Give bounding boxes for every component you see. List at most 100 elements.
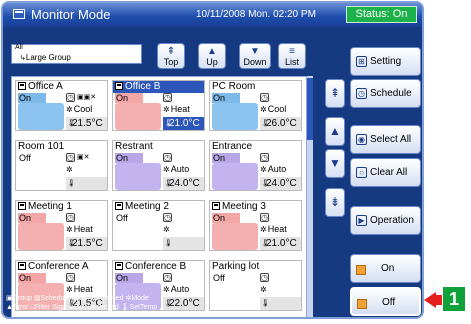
tile-name-text: Office B [125,81,161,92]
on-button[interactable]: On [350,254,421,283]
setting-label: Setting [370,56,402,67]
mode-icon: ✲ [66,105,73,114]
on-lamp-icon [356,265,366,275]
operation-button[interactable]: ▶ Operation [350,206,421,235]
list-icon: ≡ [289,46,295,57]
callout-arrow-stem [434,295,442,305]
group-tile[interactable]: Office AOn ◷▣▣✕ ✲Cool 21.5°C [15,80,108,131]
scroll-down-button[interactable]: ▼ [325,149,345,178]
mode-icon: ✲ [163,225,170,234]
down-icon: ▼ [250,46,260,57]
tile-state: On [18,93,46,103]
group-tile[interactable]: RestrantOn ◷ ✲Auto 24.0°C [112,140,205,191]
off-button[interactable]: Off [350,287,421,316]
tile-settemp: 21.0°C [163,117,204,130]
group-icon [18,262,26,270]
list-label: List [284,57,299,67]
tile-mode-text: Cool [73,104,93,114]
tile-state: Off [213,273,225,283]
tile-name: Conference A [18,261,89,273]
group-tile[interactable]: Room 101 Off ◷ ▣✕ ✲ [15,140,108,191]
group-selector[interactable]: All Large Group [11,44,142,64]
icon-legend: ▣Group ▨Schedule ▣Op. Controlled ✲Mode ▲… [6,294,306,312]
tile-mode-text: Heat [73,224,93,234]
tile-settemp: 21.5°C [66,237,107,250]
tile-mode: ✲Auto [163,284,189,294]
mode-icon: ✲ [66,165,73,174]
schedule-icon: ◷ [260,273,269,282]
mode-icon: ✲ [260,285,267,294]
tile-mode: ✲ [163,224,171,234]
tile-name-text: Meeting 1 [28,201,72,212]
scroll-top-button[interactable]: ⇞ [325,79,345,108]
list-button[interactable]: ≡ List [278,43,306,69]
unit-picture-icon [212,103,258,130]
group-tile[interactable]: EntranceOn ◷ ✲Auto 24.0°C [209,140,302,191]
tile-name-text: Conference B [125,261,187,272]
down-label: Down [243,57,267,67]
top-label: Top [163,57,179,67]
tile-name-text: Parking lot [212,261,260,272]
tile-name: Conference B [115,261,186,273]
mode-icon: ✲ [260,105,267,114]
tile-state: On [212,213,240,223]
schedule-icon: ◷ [260,213,269,222]
mode-icon: ✲ [163,285,170,294]
tile-state: On [212,153,240,163]
legend-line-1: ▣Group ▨Schedule ▣Op. Controlled ✲Mode [6,295,149,302]
tile-state: On [115,273,143,283]
setting-icon: ⊞ [356,56,367,67]
scroll-thumb[interactable] [307,78,313,140]
tile-name: Office A [18,81,63,93]
schedule-icon: ◷ [66,153,75,162]
schedule-button[interactable]: ◷ Schedule [350,79,421,108]
clear-all-label: Clear All [370,167,408,178]
unit-picture-icon [18,103,64,130]
group-grid: Office AOn◷▣▣✕✲Cool21.5°COffice BOn◷✲Hea… [11,76,307,317]
tile-name: Parking lot [212,261,259,273]
select-all-button[interactable]: ◉ Select All [350,125,421,154]
group-icon [115,82,123,90]
tile-name: Office B [113,81,204,93]
group-tile[interactable]: Meeting 2 Off ◷ ✲ [112,200,205,251]
tile-mode-text: Heat [267,224,287,234]
tile-mode: ✲Auto [163,164,189,174]
tile-settemp: 24.0°C [260,177,301,190]
group-tile[interactable]: Meeting 3On ◷ ✲Heat 21.0°C [209,200,302,251]
schedule-icon: ◷ [163,153,172,162]
select-all-label: Select All [370,134,412,145]
tile-state: Off [116,213,128,223]
mode-icon: ✲ [66,285,73,294]
tile-mode-text: Auto [170,284,190,294]
mode-icon: ✲ [163,165,170,174]
schedule-icon: ◷ [260,93,269,102]
group-tile[interactable]: Meeting 1On ◷ ✲Heat 21.5°C [15,200,108,251]
tile-state: On [115,153,143,163]
tile-settemp [66,177,107,190]
status-marks: ▣✕ [77,154,90,161]
down-button[interactable]: ▼ Down [239,43,271,69]
tile-name: Meeting 1 [18,201,72,213]
status-marks: ▣▣✕ [77,94,97,101]
select-all-icon: ◉ [356,134,367,145]
monitor-icon [13,9,25,19]
clear-all-icon: ○ [356,167,367,178]
up-button[interactable]: ▲ Up [198,43,226,69]
tile-state: On [18,213,46,223]
group-icon [212,202,220,210]
clear-all-button[interactable]: ○ Clear All [350,158,421,187]
top-button[interactable]: ⇞ Top [157,43,185,69]
group-tile[interactable]: Office BOn ◷ ✲Heat 21.0°C [112,80,205,131]
top-icon: ⇞ [166,46,176,57]
tile-state: On [212,93,240,103]
scroll-bottom-button[interactable]: ⇟ [325,188,345,217]
scroll-up-button[interactable]: ▲ [325,117,345,146]
group-tile[interactable]: PC RoomOn ◷ ✲Cool 26.0°C [209,80,302,131]
setting-button[interactable]: ⊞ Setting [350,47,421,76]
tile-name-text: Room 101 [18,141,65,152]
operation-label: Operation [370,215,414,226]
grid-scrollbar[interactable] [307,76,313,317]
unit-picture-icon [18,163,64,190]
tile-name-text: Meeting 3 [222,201,266,212]
tile-mode-text: Cool [267,104,287,114]
